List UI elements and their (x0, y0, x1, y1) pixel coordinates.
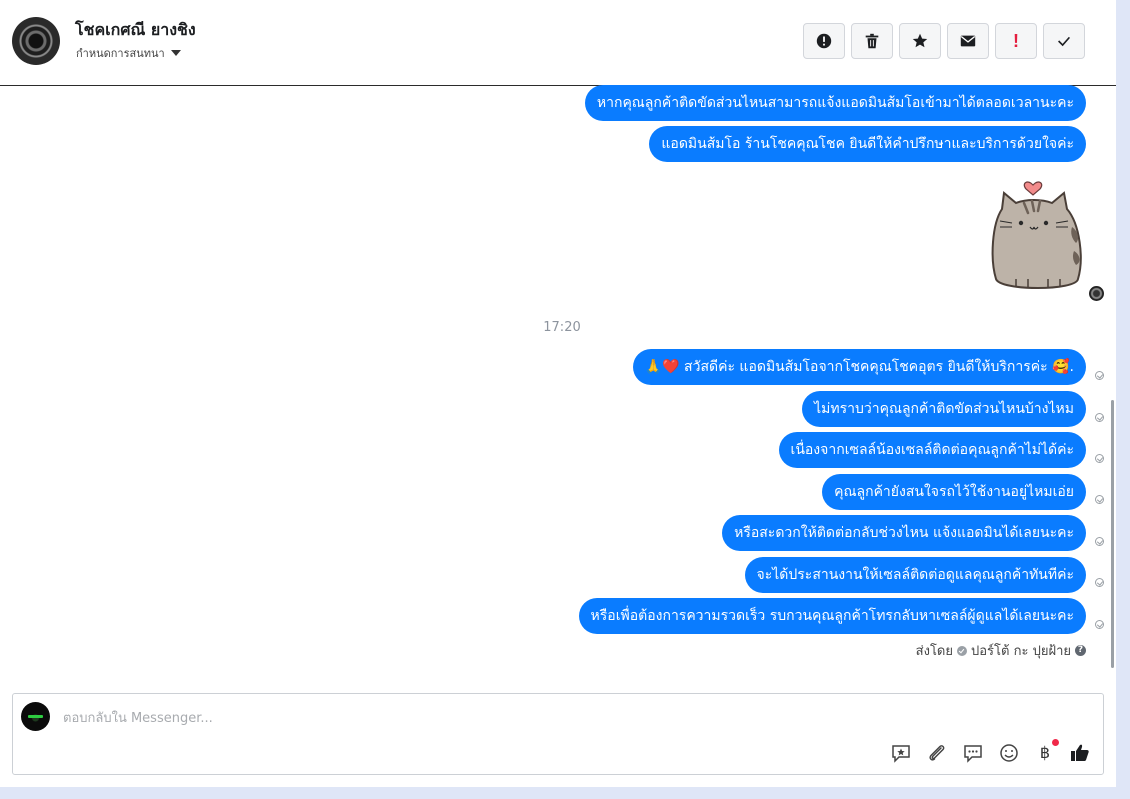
mark-done-button[interactable] (1043, 23, 1085, 59)
message-bubble[interactable]: คุณลูกค้ายังสนใจรถไว้ใช้งานอยู่ไหมเอ่ย (822, 474, 1086, 510)
saved-reply-icon (892, 745, 910, 763)
message-thread[interactable]: หากคุณลูกค้าติดขัดส่วนไหนสามารถแจ้งแอดมิ… (0, 85, 1116, 672)
trash-icon (865, 33, 879, 49)
message-composer: ฿ (12, 693, 1104, 775)
saved-reply-button[interactable] (890, 742, 912, 764)
message-bubble[interactable]: แอดมินส้มโอ ร้านโชคคุณโชค ยินดีให้คำปรึก… (649, 126, 1086, 162)
seen-check-icon (1095, 454, 1104, 463)
message-bubble[interactable]: หรือเพื่อต้องการความรวดเร็ว รบกวนคุณลูกค… (578, 598, 1086, 634)
message-timestamp: 17:20 (543, 320, 581, 335)
important-icon: ! (1013, 30, 1019, 51)
seen-check-icon (1095, 578, 1104, 587)
seen-check-icon (1095, 371, 1104, 380)
contact-name[interactable]: โชคเกศณี ยางชิง (75, 18, 196, 43)
seen-by-avatar (1089, 286, 1104, 301)
chat-bubble-icon (964, 745, 982, 763)
message-bubble[interactable]: เนื่องจากเซลล์น้องเซลล์ติดต่อคุณลูกค้าไม… (778, 432, 1086, 468)
message-bubble[interactable]: หากคุณลูกค้าติดขัดส่วนไหนสามารถแจ้งแอดมิ… (584, 85, 1086, 121)
seen-check-icon (1095, 413, 1104, 422)
mark-unread-button[interactable] (947, 23, 989, 59)
quick-reply-button[interactable] (962, 742, 984, 764)
important-button[interactable]: ! (995, 23, 1037, 59)
help-icon[interactable]: ? (1075, 645, 1086, 656)
seen-check-icon (1095, 620, 1104, 629)
seen-check-icon (1095, 495, 1104, 504)
info-icon (816, 33, 832, 49)
envelope-icon (960, 35, 976, 47)
scrollbar[interactable] (1111, 400, 1114, 668)
notification-dot (1052, 739, 1059, 746)
sent-by-name: ปอร์โต้ กะ ปุยฝ้าย (971, 644, 1071, 659)
sent-by-info: ส่งโดย ปอร์โต้ กะ ปุยฝ้าย ? (916, 640, 1086, 661)
message-bubble[interactable]: หรือสะดวกให้ติดต่อกลับช่วงไหน แจ้งแอดมิน… (722, 515, 1086, 551)
message-bubble[interactable]: 🙏❤️ สวัสดีค่ะ แอดมินส้มโอจากโชคคุณโชคอุต… (632, 349, 1086, 385)
caret-down-icon (170, 50, 181, 56)
verified-icon (957, 645, 967, 656)
seen-check-icon (1095, 537, 1104, 546)
thumbs-up-icon (1071, 744, 1089, 761)
reply-input[interactable] (61, 707, 965, 729)
pusheen-sticker[interactable] (988, 179, 1088, 299)
emoji-button[interactable] (998, 742, 1020, 764)
baht-payment-icon: ฿ (1039, 743, 1051, 762)
conversation-settings-dropdown[interactable]: กำหนดการสนทนา (76, 44, 181, 62)
messenger-inbox-window: โชคเกศณี ยางชิง กำหนดการสนทนา ! หากคุณลู… (0, 0, 1116, 787)
attachment-button[interactable] (926, 742, 948, 764)
page-avatar (21, 702, 50, 731)
message-bubble[interactable]: ไม่ทราบว่าคุณลูกค้าติดขัดส่วนไหนบ้างไหม (802, 391, 1086, 427)
emoji-icon (1000, 744, 1018, 762)
message-bubble[interactable]: จะได้ประสานงานให้เซลล์ติดต่อดูแลคุณลูกค้… (744, 557, 1086, 593)
spam-report-button[interactable] (803, 23, 845, 59)
star-icon (912, 33, 928, 48)
conversation-header: โชคเกศณี ยางชิง กำหนดการสนทนา ! (0, 0, 1116, 86)
conversation-settings-label: กำหนดการสนทนา (76, 47, 165, 60)
like-button[interactable] (1069, 742, 1091, 764)
check-icon (1058, 36, 1071, 47)
attachment-icon (929, 745, 945, 761)
star-button[interactable] (899, 23, 941, 59)
contact-avatar[interactable] (12, 17, 60, 65)
sent-by-label: ส่งโดย (915, 644, 953, 659)
delete-button[interactable] (851, 23, 893, 59)
